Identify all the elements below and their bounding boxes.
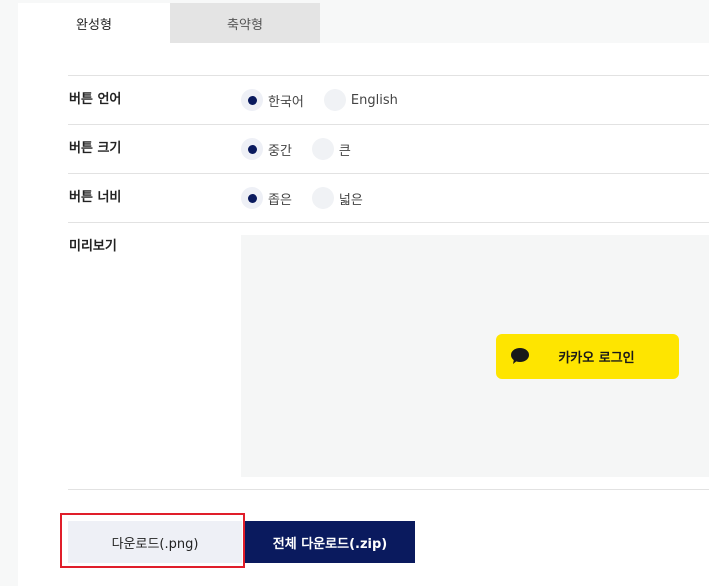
button-language-label: 버튼 언어 <box>69 92 122 107</box>
language-option-korean[interactable]: 한국어 <box>241 89 304 111</box>
language-option-english-label: English <box>350 92 398 108</box>
tab-complete[interactable]: 완성형 <box>18 3 170 43</box>
tab-complete-label: 완성형 <box>76 17 112 33</box>
width-option-wide-label: 넓은 <box>338 192 363 208</box>
radio-dot <box>247 193 257 203</box>
button-width-label: 버튼 너비 <box>69 190 122 205</box>
divider <box>68 124 709 125</box>
size-option-medium-label: 중간 <box>268 143 292 159</box>
divider <box>68 173 709 174</box>
radio-unchecked[interactable] <box>311 187 334 209</box>
width-option-narrow[interactable]: 좁은 <box>241 187 292 209</box>
size-option-large[interactable]: 큰 <box>311 138 351 160</box>
divider <box>68 222 709 223</box>
language-option-korean-label: 한국어 <box>268 94 304 110</box>
button-language-radio-group: 한국어 English <box>241 88 405 112</box>
tab-bar: 완성형 축약형 <box>18 3 320 43</box>
button-size-radio-group: 중간 큰 <box>241 137 358 161</box>
button-width-radio-group: 좁은 넓은 <box>241 186 370 210</box>
radio-checked[interactable] <box>241 138 263 160</box>
size-option-medium[interactable]: 중간 <box>241 138 292 160</box>
button-size-label: 버튼 크기 <box>69 141 122 156</box>
radio-checked[interactable] <box>241 187 263 209</box>
divider <box>68 489 709 490</box>
width-option-wide[interactable]: 넓은 <box>311 187 363 209</box>
tab-compact-label: 축약형 <box>227 17 263 33</box>
radio-dot <box>247 144 257 154</box>
width-option-narrow-label: 좁은 <box>268 192 292 208</box>
radio-unchecked[interactable] <box>323 89 346 111</box>
kakao-login-label: 카카오 로그인 <box>558 351 635 366</box>
tab-compact[interactable]: 축약형 <box>170 3 320 43</box>
radio-unchecked[interactable] <box>311 138 334 160</box>
radio-dot <box>247 95 257 105</box>
kakao-login-button[interactable]: 카카오 로그인 <box>496 334 679 379</box>
language-option-english[interactable]: English <box>323 89 398 111</box>
size-option-large-label: 큰 <box>338 143 351 159</box>
divider <box>68 75 709 76</box>
radio-checked[interactable] <box>241 89 263 111</box>
download-all-zip-button[interactable]: 전체 다운로드(.zip) <box>245 521 415 563</box>
download-png-button[interactable]: 다운로드(.png) <box>68 521 242 563</box>
preview-label: 미리보기 <box>69 239 117 254</box>
